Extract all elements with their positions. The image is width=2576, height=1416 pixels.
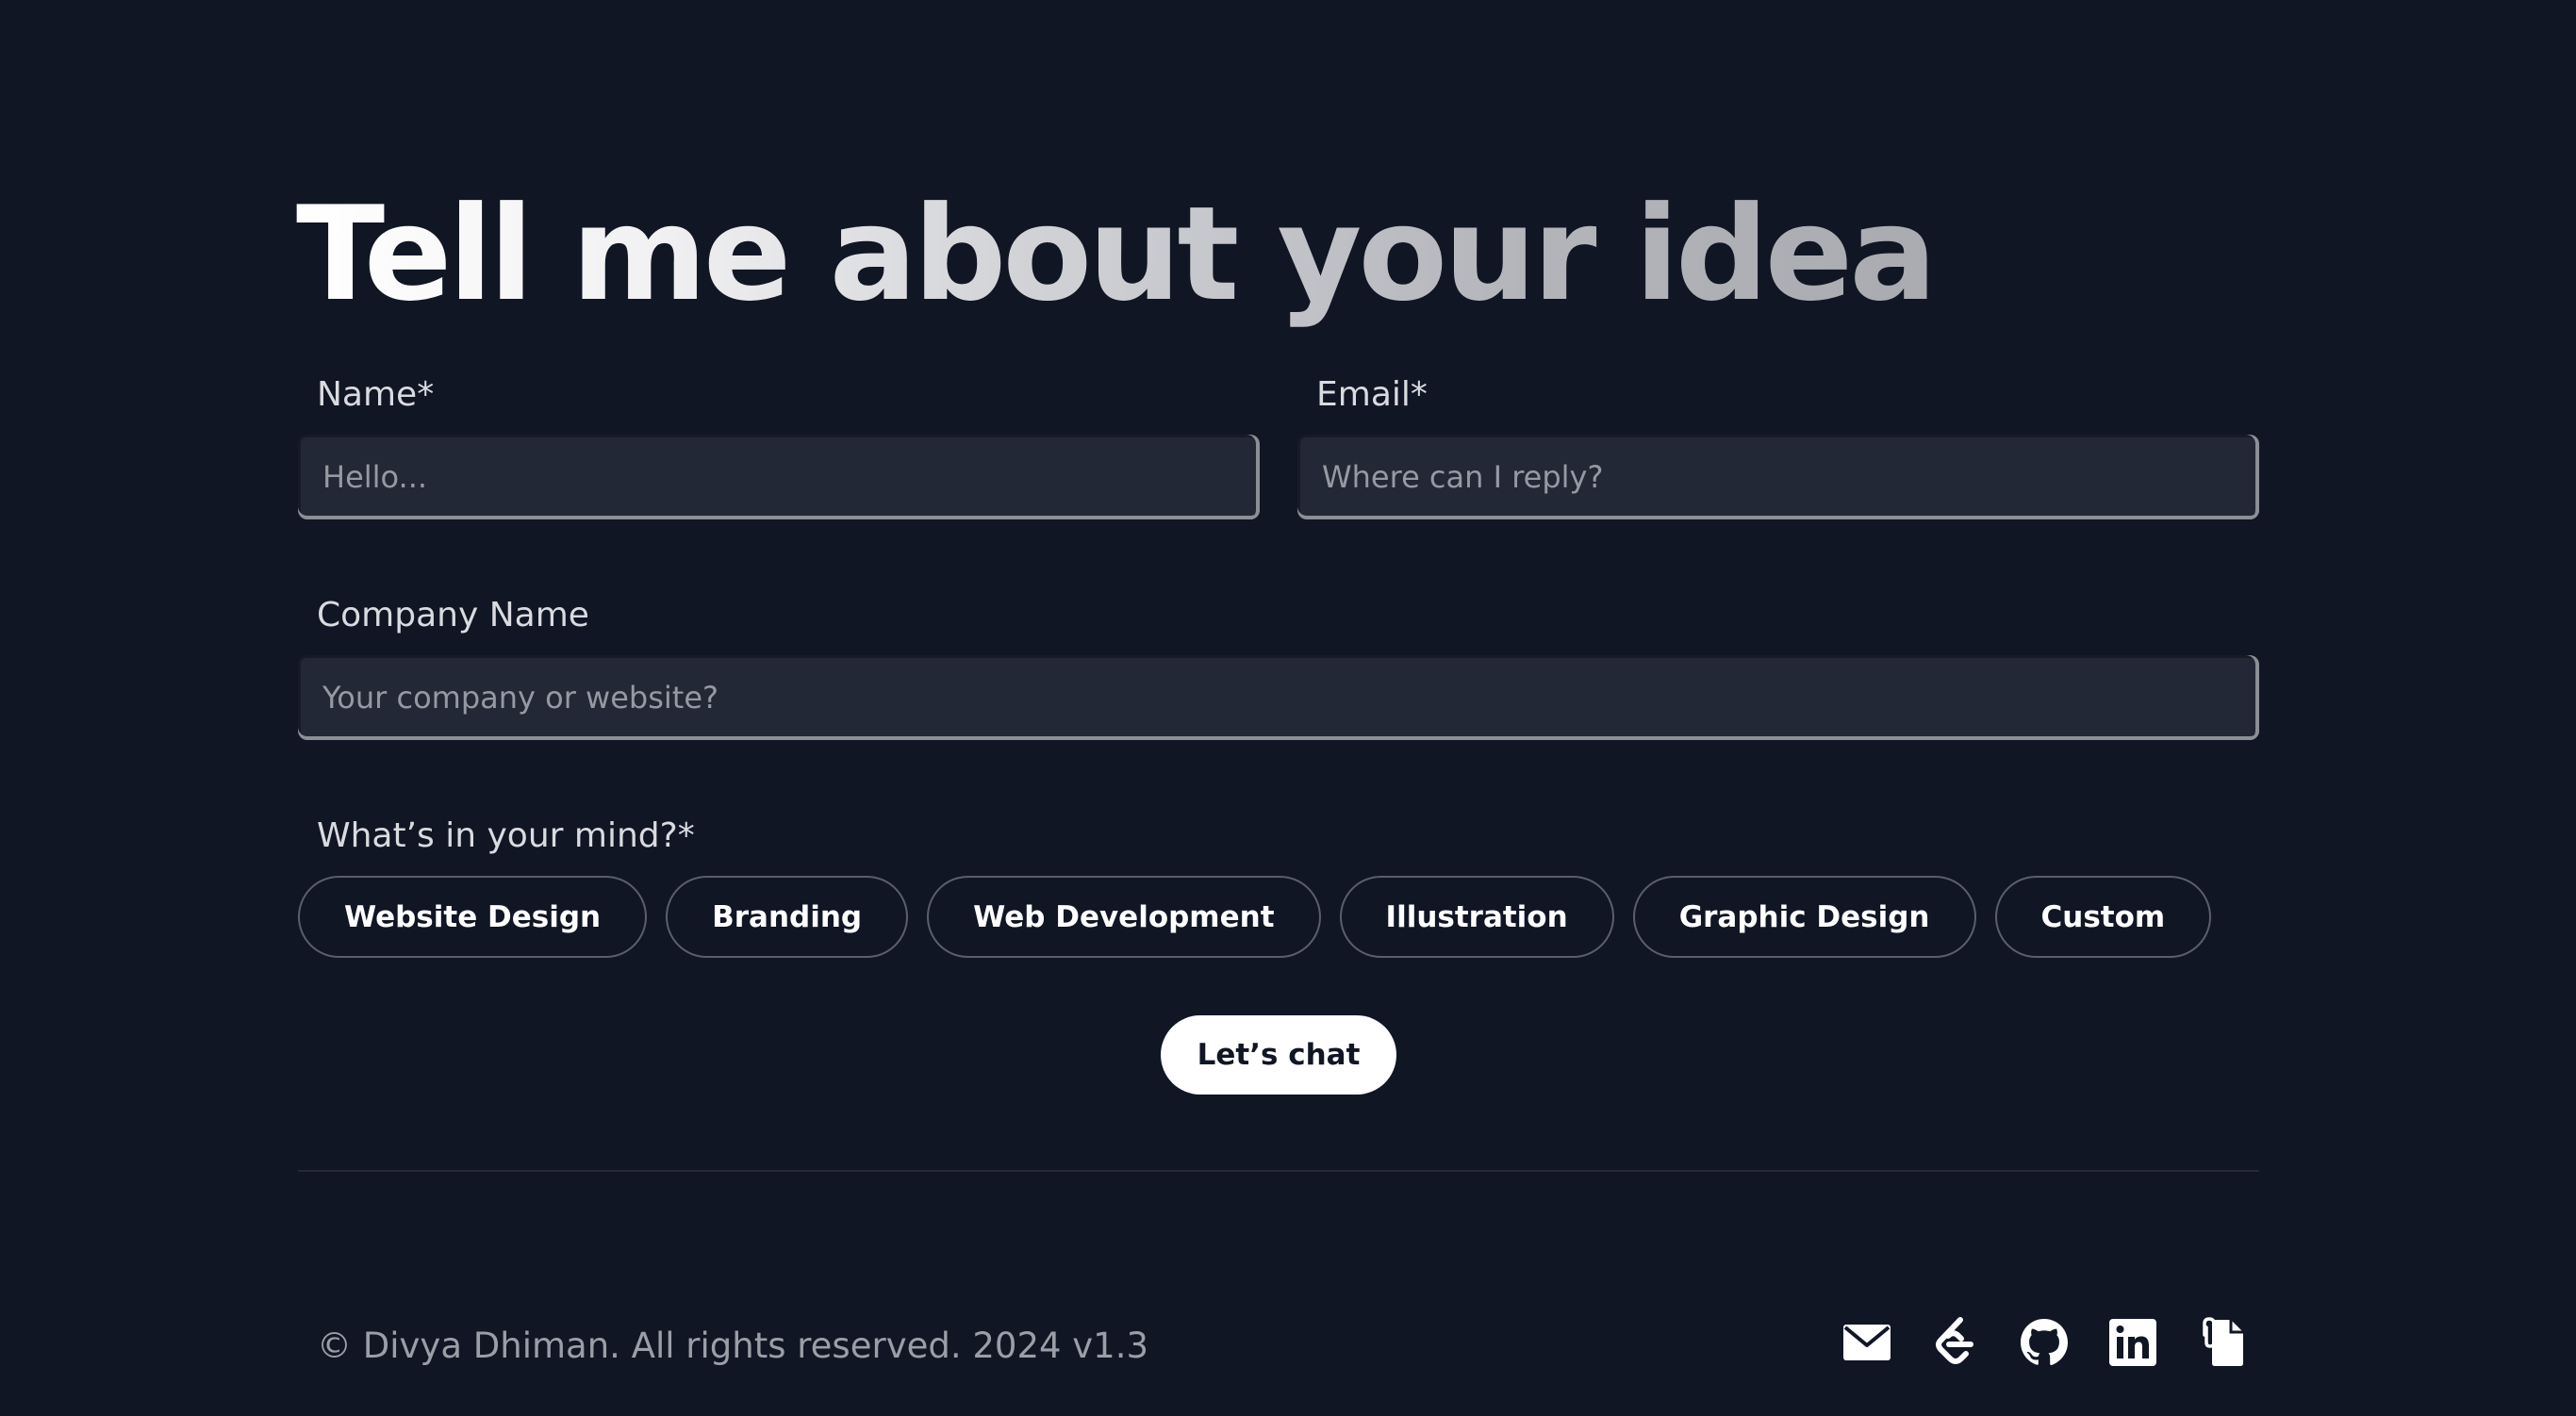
company-name-label: Company Name	[317, 596, 589, 634]
email-label: Email*	[1316, 375, 1428, 414]
social-links	[1841, 1316, 2248, 1369]
linkedin-icon[interactable]	[2106, 1316, 2159, 1369]
email-input[interactable]	[1297, 435, 2259, 519]
leetcode-icon[interactable]	[1929, 1316, 1982, 1369]
option-branding-button[interactable]: Branding	[666, 876, 909, 958]
name-input[interactable]	[298, 435, 1260, 519]
option-custom-button[interactable]: Custom	[1994, 876, 2212, 958]
resume-icon[interactable]	[2195, 1316, 2248, 1369]
copyright-text: © Divya Dhiman. All rights reserved. 202…	[317, 1325, 1149, 1366]
mind-label: What’s in your mind?*	[317, 816, 695, 855]
option-web-development-button[interactable]: Web Development	[927, 876, 1321, 958]
mail-icon[interactable]	[1841, 1316, 1893, 1369]
option-website-design-button[interactable]: Website Design	[298, 876, 648, 958]
lets-chat-button[interactable]: Let’s chat	[1161, 1015, 1396, 1095]
name-label: Name*	[317, 375, 435, 414]
option-illustration-button[interactable]: Illustration	[1339, 876, 1614, 958]
company-name-input[interactable]	[298, 655, 2259, 740]
footer-divider	[298, 1170, 2259, 1172]
page-title: Tell me about your idea	[296, 170, 1937, 339]
service-options: Website Design Branding Web Development …	[298, 876, 2212, 958]
github-icon[interactable]	[2018, 1316, 2071, 1369]
option-graphic-design-button[interactable]: Graphic Design	[1632, 876, 1976, 958]
